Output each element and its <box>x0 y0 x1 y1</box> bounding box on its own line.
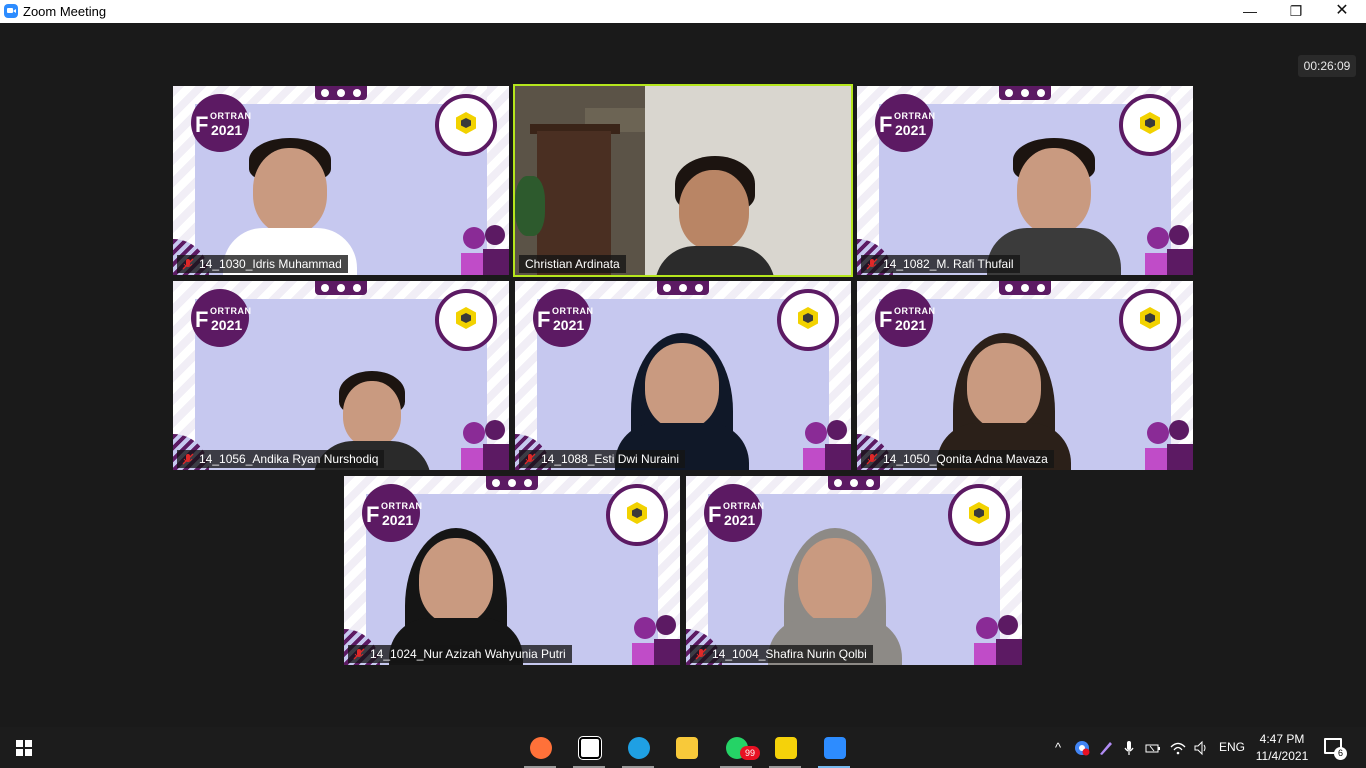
participant-name-label: Christian Ardinata <box>519 255 626 273</box>
volume-icon[interactable] <box>1193 740 1209 756</box>
zoom-taskbar-button[interactable] <box>814 731 854 768</box>
participant-tile[interactable]: Christian Ardinata <box>513 84 853 277</box>
edge-taskbar-button[interactable] <box>618 731 658 768</box>
logo-text: ORTRAN <box>894 306 936 316</box>
file-explorer-taskbar-button[interactable] <box>666 731 706 764</box>
participant-tile[interactable]: F ORTRAN 2021 14_1088_Esti Dwi Nuraini <box>515 281 851 470</box>
microphone-icon[interactable] <box>1121 740 1137 756</box>
muted-mic-icon <box>182 258 194 270</box>
logo-text: ORTRAN <box>210 111 252 121</box>
participant-tile[interactable]: F ORTRAN 2021 14_1004_Shafira Nurin Qolb… <box>686 476 1022 665</box>
logo-year: 2021 <box>211 122 243 138</box>
notification-center-button[interactable]: 6 <box>1324 738 1347 760</box>
participant-tile[interactable]: F ORTRAN 2021 14_1050_Qonita Adna Mavaza <box>857 281 1193 470</box>
logo-text: ORTRAN <box>894 111 936 121</box>
participant-name-label: 14_1082_M. Rafi Thufail <box>861 255 1020 273</box>
logo-year: 2021 <box>895 122 927 138</box>
logo-text: ORTRAN <box>210 306 252 316</box>
minimize-button[interactable]: — <box>1227 0 1273 23</box>
participant-name: 14_1050_Qonita Adna Mavaza <box>883 452 1048 466</box>
participant-name: 14_1004_Shafira Nurin Qolbi <box>712 647 867 661</box>
participant-name-label: 14_1088_Esti Dwi Nuraini <box>519 450 686 468</box>
participant-tile[interactable]: F ORTRAN 2021 14_1082_M. Rafi Thufail <box>857 86 1193 275</box>
participant-name-label: 14_1024_Nur Azizah Wahyunia Putri <box>348 645 572 663</box>
firefox-taskbar-button[interactable] <box>520 731 560 768</box>
notification-count: 6 <box>1334 747 1347 760</box>
meeting-timer: 00:26:09 <box>1298 55 1356 77</box>
award-badge-icon <box>1119 289 1181 351</box>
award-badge-icon <box>435 289 497 351</box>
participant-name: Christian Ardinata <box>525 257 620 271</box>
logo-text: ORTRAN <box>723 501 765 511</box>
award-badge-icon <box>948 484 1010 546</box>
sponsor-logos <box>999 281 1051 295</box>
participant-tile[interactable]: F ORTRAN 2021 14_1030_Idris Muhammad <box>173 86 509 275</box>
participant-name: 14_1024_Nur Azizah Wahyunia Putri <box>370 647 566 661</box>
participant-name-label: 14_1004_Shafira Nurin Qolbi <box>690 645 873 663</box>
participant-video <box>987 138 1151 275</box>
restore-button[interactable]: ❐ <box>1273 0 1319 23</box>
logo-year: 2021 <box>211 317 243 333</box>
sticky-notes-taskbar-button[interactable] <box>765 731 805 768</box>
battery-icon[interactable] <box>1145 740 1161 756</box>
notion-icon <box>578 736 602 760</box>
system-clock[interactable]: 4:47 PM 11/4/2021 <box>1253 731 1311 765</box>
muted-mic-icon <box>353 648 365 660</box>
whatsapp-taskbar-button[interactable]: 99 <box>716 731 760 768</box>
award-badge-icon <box>1119 94 1181 156</box>
firefox-icon <box>530 737 552 759</box>
sponsor-logos <box>315 281 367 295</box>
windows-logo-icon <box>16 740 23 747</box>
logo-year: 2021 <box>382 512 414 528</box>
clock-time: 4:47 PM <box>1259 732 1305 746</box>
clock-date: 11/4/2021 <box>1255 749 1309 763</box>
logo-text: ORTRAN <box>552 306 594 316</box>
participant-name-label: 14_1030_Idris Muhammad <box>177 255 348 273</box>
sponsor-logos <box>486 476 538 490</box>
wifi-icon[interactable] <box>1170 740 1186 756</box>
sponsor-logos <box>828 476 880 490</box>
muted-mic-icon <box>866 453 878 465</box>
pen-icon[interactable] <box>1098 740 1114 756</box>
participant-tile[interactable]: F ORTRAN 2021 14_1024_Nur Azizah Wahyuni… <box>344 476 680 665</box>
zoom-icon <box>824 737 846 759</box>
window-title: Zoom Meeting <box>23 4 107 19</box>
muted-mic-icon <box>695 648 707 660</box>
participant-name: 14_1056_Andika Ryan Nurshodiq <box>199 452 379 466</box>
participant-tile[interactable]: F ORTRAN 2021 14_1056_Andika Ryan Nursho… <box>173 281 509 470</box>
participant-name: 14_1082_M. Rafi Thufail <box>883 257 1014 271</box>
input-language-indicator[interactable]: ENG <box>1219 740 1245 754</box>
sponsor-logos <box>315 86 367 100</box>
participant-name: 14_1030_Idris Muhammad <box>199 257 342 271</box>
participant-name: 14_1088_Esti Dwi Nuraini <box>541 452 680 466</box>
logo-year: 2021 <box>724 512 756 528</box>
file-explorer-icon <box>676 737 698 759</box>
sticky-notes-icon <box>775 737 797 759</box>
window-title-bar: Zoom Meeting — ❐ ✕ <box>0 0 1366 23</box>
windows-taskbar: 99 ^ ENG 4:47 PM 11/4/2021 6 <box>0 727 1366 768</box>
muted-mic-icon <box>866 258 878 270</box>
chrome-tray-icon[interactable] <box>1074 740 1090 756</box>
sponsor-logos <box>999 86 1051 100</box>
muted-mic-icon <box>182 453 194 465</box>
logo-text: ORTRAN <box>381 501 423 511</box>
award-badge-icon <box>435 94 497 156</box>
close-button[interactable]: ✕ <box>1319 0 1365 23</box>
participant-name-label: 14_1050_Qonita Adna Mavaza <box>861 450 1054 468</box>
award-badge-icon <box>606 484 668 546</box>
participant-name-label: 14_1056_Andika Ryan Nurshodiq <box>177 450 385 468</box>
logo-year: 2021 <box>895 317 927 333</box>
logo-year: 2021 <box>553 317 585 333</box>
zoom-app-icon <box>4 4 18 18</box>
participant-video <box>515 86 851 275</box>
meeting-gallery-view: 00:26:09 F ORTRAN 2021 14_1030_Idris Muh… <box>0 23 1366 727</box>
muted-mic-icon <box>524 453 536 465</box>
start-button[interactable] <box>16 740 32 756</box>
edge-icon <box>628 737 650 759</box>
show-hidden-icons-icon[interactable]: ^ <box>1050 740 1066 756</box>
sponsor-logos <box>657 281 709 295</box>
unread-count-badge: 99 <box>740 746 760 760</box>
award-badge-icon <box>777 289 839 351</box>
notion-taskbar-button[interactable] <box>569 731 609 768</box>
